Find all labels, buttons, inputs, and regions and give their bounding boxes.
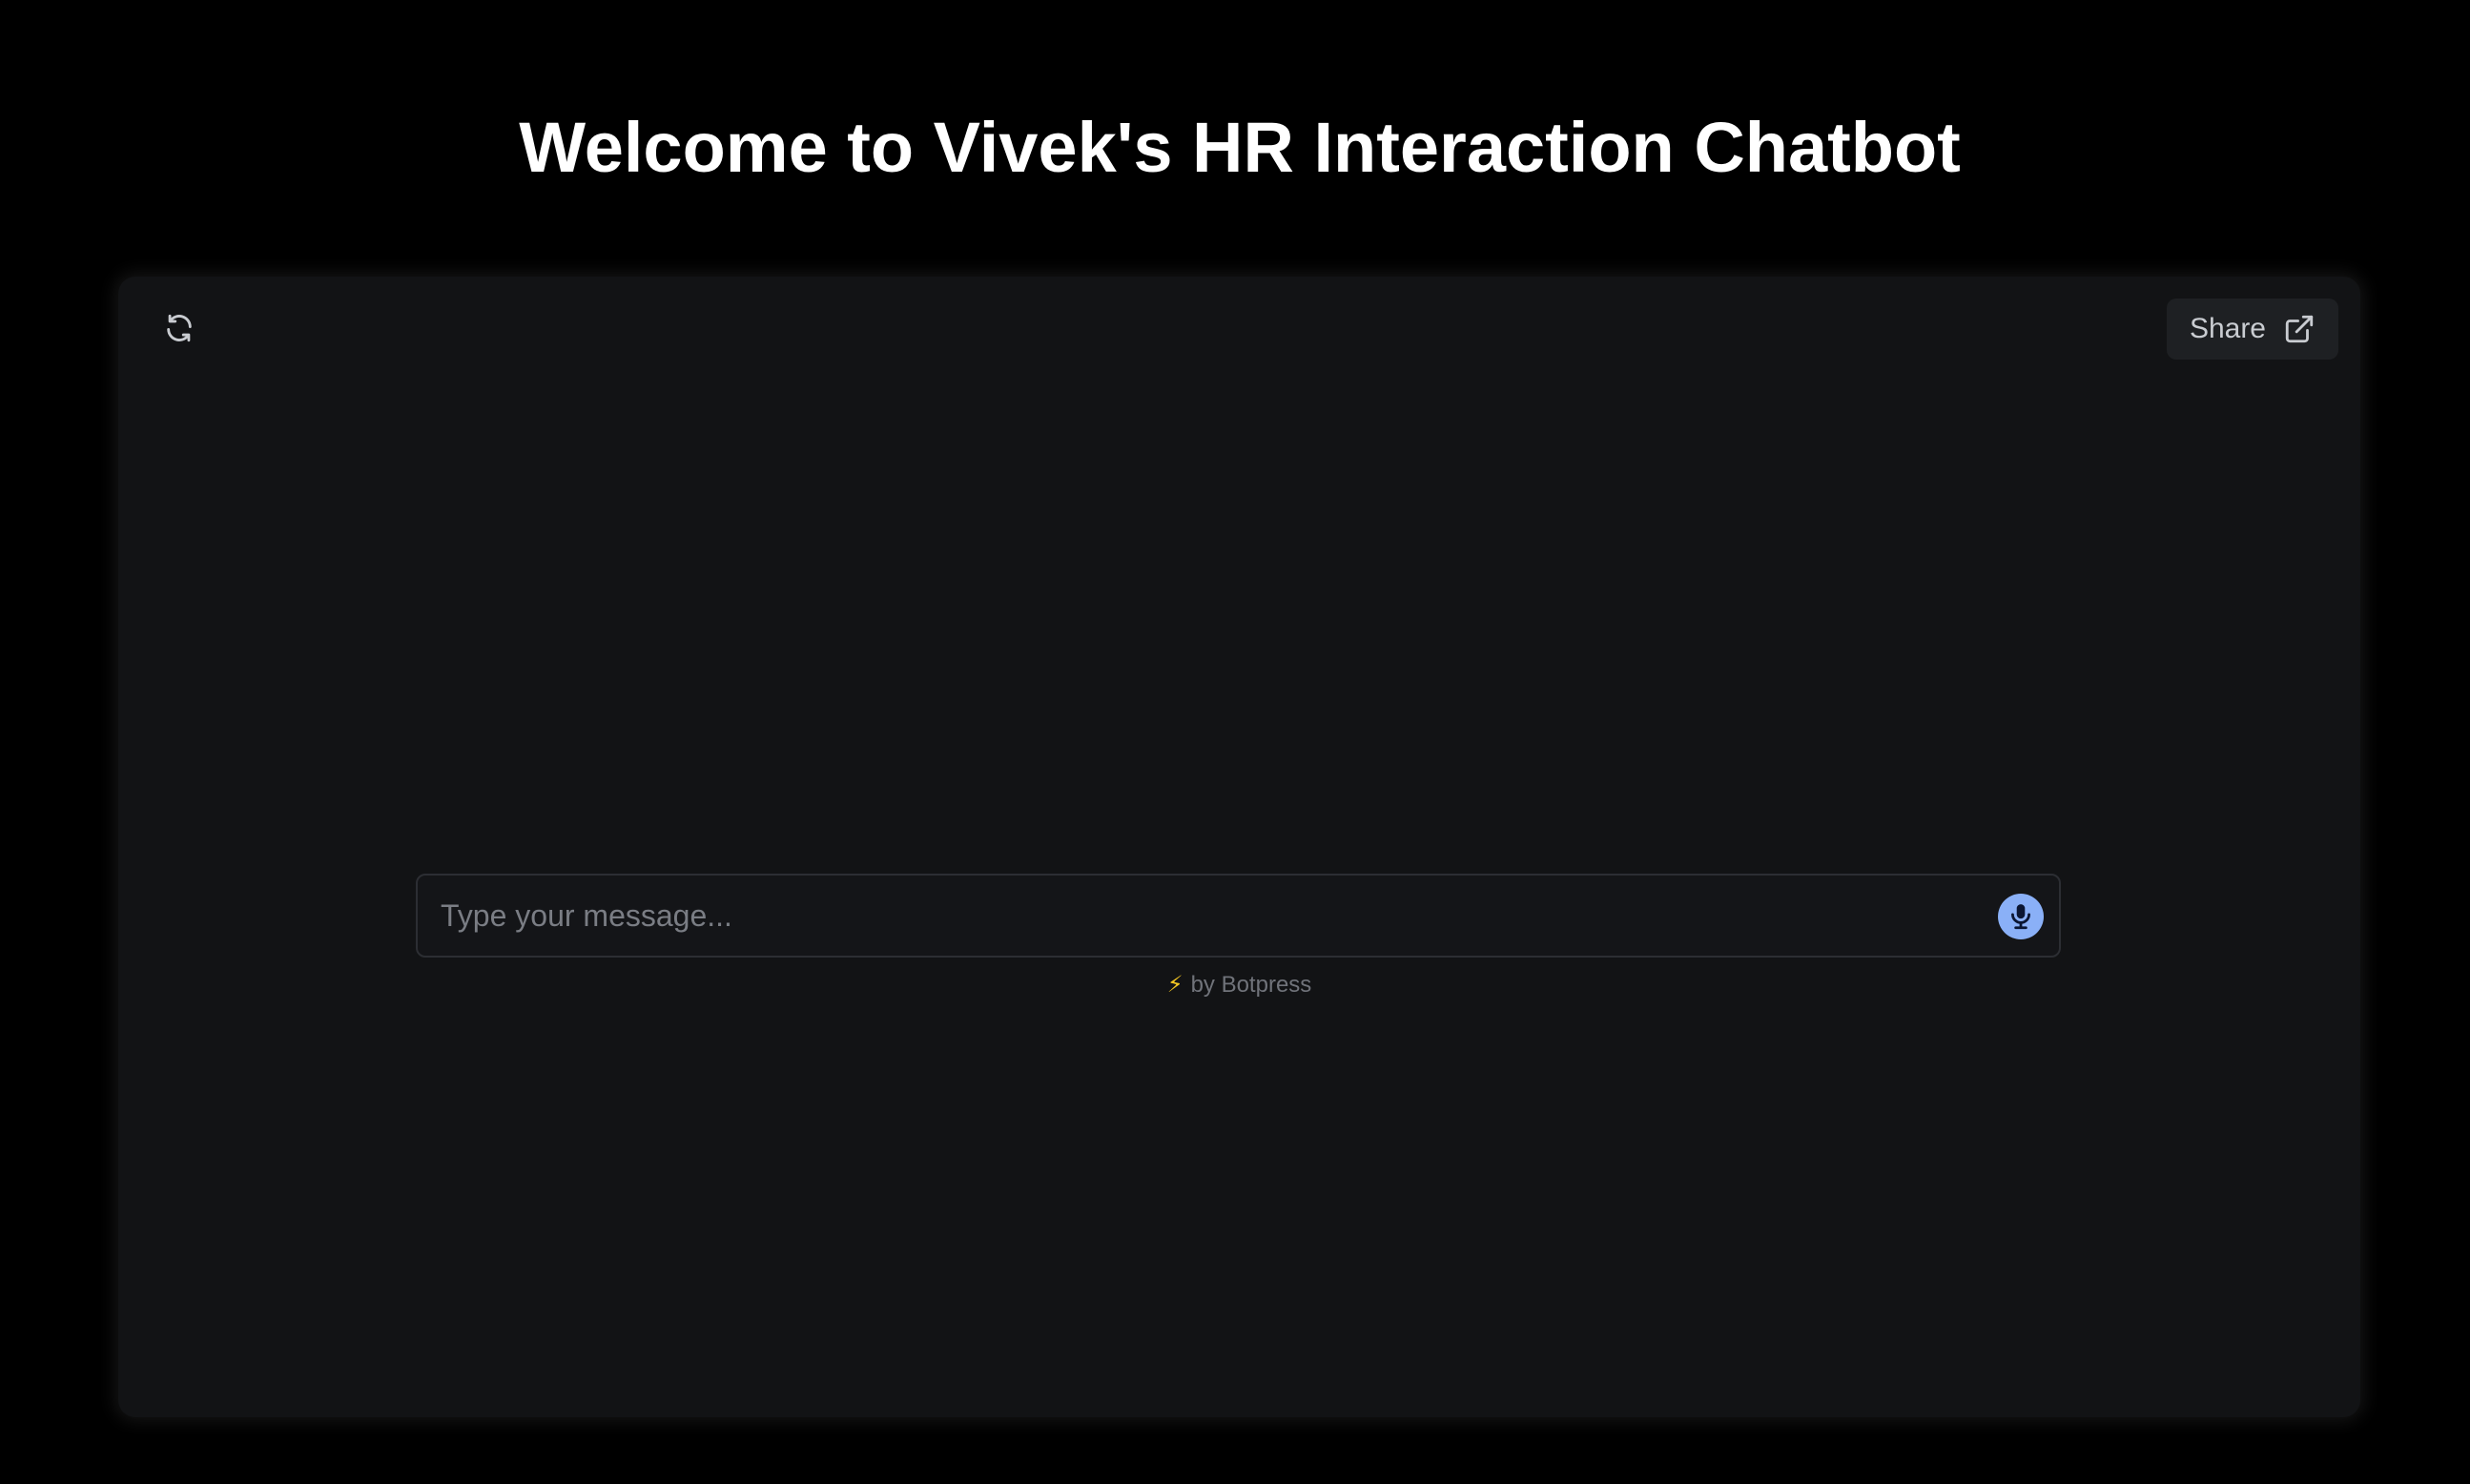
microphone-icon (2011, 904, 2030, 930)
message-input[interactable] (441, 876, 1947, 956)
powered-by-footer[interactable]: ⚡ by Botpress (118, 971, 2360, 999)
restart-conversation-button[interactable] (156, 305, 202, 351)
chat-panel: Share ⚡by Botpress (118, 277, 2360, 1417)
refresh-icon (167, 314, 192, 342)
message-composer (416, 874, 2061, 958)
page: Welcome to Vivek's HR Interaction Chatbo… (0, 0, 2470, 1484)
lightning-bolt-icon: ⚡ (1166, 972, 1184, 998)
share-button[interactable]: Share (2166, 299, 2338, 360)
external-link-icon (2285, 315, 2314, 343)
voice-input-button[interactable] (1998, 894, 2044, 939)
share-button-label: Share (2189, 313, 2266, 344)
powered-by-text: by Botpress (1190, 972, 1312, 998)
page-title: Welcome to Vivek's HR Interaction Chatbo… (519, 108, 1961, 187)
